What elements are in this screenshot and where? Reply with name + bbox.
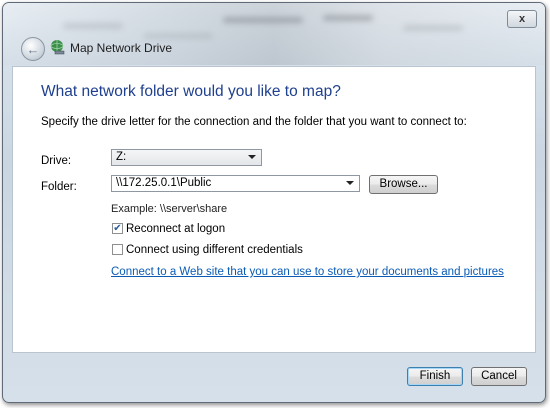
background-blur xyxy=(323,15,373,21)
window-title: Map Network Drive xyxy=(70,41,173,55)
browse-button[interactable]: Browse... xyxy=(369,175,438,194)
reconnect-label[interactable]: Reconnect at logon xyxy=(126,223,225,235)
checkmark-icon: ✔ xyxy=(113,223,122,234)
drive-value: Z: xyxy=(116,151,127,163)
title-bar xyxy=(3,3,545,65)
instruction-text: Specify the drive letter for the connect… xyxy=(41,116,467,128)
credentials-checkbox[interactable] xyxy=(112,244,123,255)
finish-button[interactable]: Finish xyxy=(407,367,463,386)
background-blur xyxy=(63,23,123,29)
map-network-drive-window: x ← Map Network Drive What network folde… xyxy=(2,2,546,403)
page-heading: What network folder would you like to ma… xyxy=(41,83,341,100)
chevron-down-icon xyxy=(346,181,354,185)
content-panel xyxy=(12,66,536,353)
reconnect-checkbox[interactable]: ✔ xyxy=(112,223,123,234)
example-text: Example: \\server\share xyxy=(111,203,228,215)
cancel-button[interactable]: Cancel xyxy=(471,367,527,386)
back-button[interactable]: ← xyxy=(21,37,45,61)
close-icon: x xyxy=(518,13,526,25)
back-arrow-icon: ← xyxy=(26,41,40,57)
folder-input[interactable]: \\172.25.0.1\Public xyxy=(111,175,360,192)
chevron-down-icon xyxy=(248,155,256,159)
background-blur xyxy=(223,17,303,23)
drive-label: Drive: xyxy=(41,155,72,167)
web-storage-link[interactable]: Connect to a Web site that you can use t… xyxy=(111,266,504,278)
folder-label: Folder: xyxy=(41,181,77,193)
network-drive-icon xyxy=(50,40,65,55)
drive-select[interactable]: Z: xyxy=(111,149,262,166)
credentials-label[interactable]: Connect using different credentials xyxy=(126,244,303,256)
background-blur xyxy=(143,33,213,39)
background-blur xyxy=(403,25,463,31)
folder-value: \\172.25.0.1\Public xyxy=(116,177,212,189)
close-button[interactable]: x xyxy=(507,10,537,28)
